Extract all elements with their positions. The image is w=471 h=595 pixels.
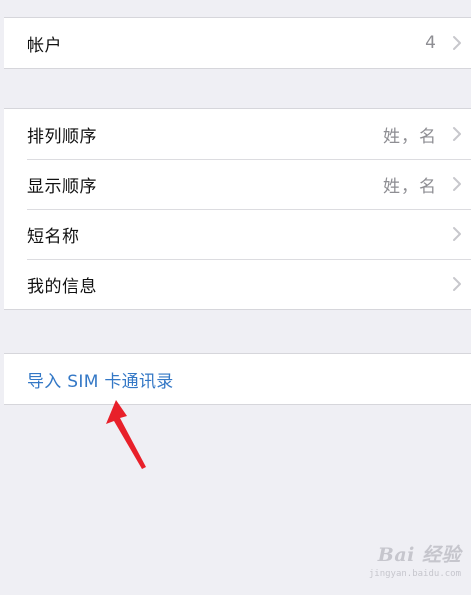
chevron-right-icon — [451, 276, 463, 292]
accounts-label: 帐户 — [27, 35, 62, 56]
import-sim-contacts-button[interactable]: 导入 SIM 卡通讯录 — [4, 354, 471, 404]
sort-order-label: 排列顺序 — [27, 126, 97, 147]
my-info-label: 我的信息 — [27, 276, 97, 297]
display-settings-group: 排列顺序 姓，名 显示顺序 姓，名 短名称 我的信息 — [4, 108, 471, 310]
display-order-row[interactable]: 显示顺序 姓，名 — [4, 159, 471, 209]
annotation-arrow-icon — [106, 400, 146, 469]
short-name-label: 短名称 — [27, 226, 80, 247]
import-sim-contacts-label: 导入 SIM 卡通讯录 — [27, 371, 174, 392]
short-name-row[interactable]: 短名称 — [4, 209, 471, 259]
sort-order-value: 姓，名 — [383, 126, 437, 147]
my-info-row[interactable]: 我的信息 — [4, 259, 471, 309]
accounts-count: 4 — [425, 33, 437, 53]
display-order-label: 显示顺序 — [27, 176, 97, 197]
chevron-right-icon — [451, 126, 463, 142]
display-order-value: 姓，名 — [383, 176, 437, 197]
chevron-right-icon — [451, 226, 463, 242]
baidu-jingyan-watermark: Bai 经验 jingyan.baidu.com — [369, 540, 461, 579]
watermark-url: jingyan.baidu.com — [368, 569, 461, 579]
watermark-main-text: Bai 经验 — [377, 544, 461, 566]
import-group: 导入 SIM 卡通讯录 — [4, 353, 471, 405]
accounts-group: 帐户 4 — [4, 17, 471, 69]
contacts-settings-screen: { "accounts_section": { "row": { "label"… — [0, 0, 471, 595]
accounts-row[interactable]: 帐户 4 — [4, 18, 471, 68]
sort-order-row[interactable]: 排列顺序 姓，名 — [4, 109, 471, 159]
chevron-right-icon — [451, 35, 463, 51]
chevron-right-icon — [451, 176, 463, 192]
